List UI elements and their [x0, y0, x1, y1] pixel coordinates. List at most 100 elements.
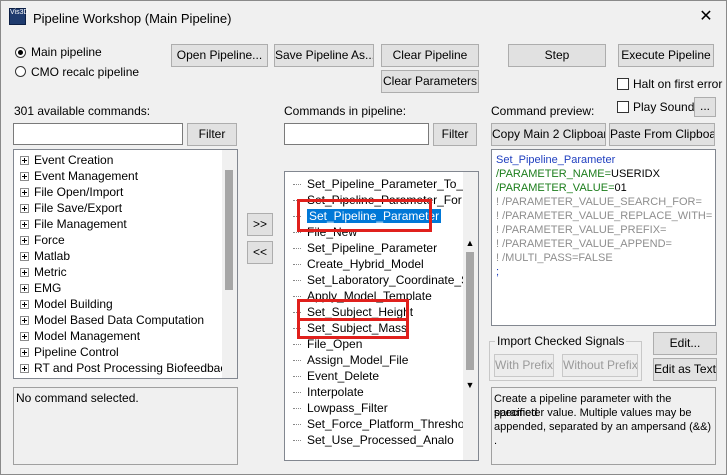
tree-category[interactable]: File Save/Export	[20, 200, 122, 216]
clear-parameters-button[interactable]: Clear Parameters	[381, 70, 479, 93]
expand-plus-icon[interactable]	[20, 332, 29, 342]
available-commands-tree[interactable]: Event Creation Event Management File Open/…	[13, 149, 238, 379]
expand-plus-icon[interactable]	[20, 252, 29, 262]
tree-category-label: Metric	[34, 265, 67, 279]
tree-category-label: Model Based Data Computation	[34, 313, 205, 327]
open-pipeline-button[interactable]: Open Pipeline...	[171, 44, 268, 67]
command-preview-text[interactable]: Set_Pipeline_Parameter/PARAMETER_NAME=US…	[491, 149, 716, 326]
tree-category[interactable]: Model Management	[20, 328, 140, 344]
preview-line-text: /PARAMETER_NAME=	[496, 168, 612, 180]
scroll-down-icon[interactable]: ▼	[463, 378, 477, 392]
pipeline-command-label: Create_Hybrid_Model	[307, 257, 424, 271]
expand-plus-icon[interactable]	[20, 188, 29, 198]
expand-plus-icon[interactable]	[20, 364, 29, 374]
execute-pipeline-button[interactable]: Execute Pipeline	[618, 44, 714, 67]
tree-category[interactable]: Report Generation	[20, 376, 133, 378]
tree-category[interactable]: Model Building	[20, 296, 113, 312]
expand-plus-icon[interactable]	[20, 204, 29, 214]
halt-on-error-label: Halt on first error	[633, 77, 723, 91]
tree-category[interactable]: Event Management	[20, 168, 138, 184]
pipeline-command-item[interactable]: Set_Pipeline_Parameter_To_	[293, 176, 464, 192]
pipeline-command-item[interactable]: Set_Use_Processed_Analo	[293, 432, 454, 448]
pipeline-command-item[interactable]: Assign_Model_File	[293, 352, 408, 368]
pipeline-filter-input[interactable]	[284, 123, 429, 145]
expand-plus-icon[interactable]	[20, 348, 29, 358]
expand-plus-icon[interactable]	[20, 172, 29, 182]
tree-category[interactable]: Metric	[20, 264, 67, 280]
pipeline-command-label: Set_Force_Platform_Thresho	[307, 417, 465, 431]
tree-category-label: Event Management	[34, 169, 139, 183]
pipeline-command-item[interactable]: Set_Laboratory_Coordinate_S	[293, 272, 469, 288]
title-bar[interactable]: Vis3D Pipeline Workshop (Main Pipeline) …	[1, 1, 726, 37]
pipeline-command-label: Set_Pipeline_Parameter	[307, 241, 438, 255]
tree-category-label: File Open/Import	[34, 185, 124, 199]
preview-line-text: ! /PARAMETER_VALUE_PREFIX=	[496, 224, 667, 236]
available-filter-button[interactable]: Filter	[187, 123, 237, 146]
pipeline-command-item[interactable]: Lowpass_Filter	[293, 400, 388, 416]
preview-line-text: ! /PARAMETER_VALUE_SEARCH_FOR=	[496, 196, 702, 208]
tree-category[interactable]: Event Creation	[20, 152, 113, 168]
expand-plus-icon[interactable]	[20, 236, 29, 246]
available-tree-scrollbar[interactable]	[222, 150, 237, 378]
expand-plus-icon[interactable]	[20, 220, 29, 230]
pipeline-filter-button[interactable]: Filter	[433, 123, 477, 146]
add-command-button[interactable]: >>	[247, 213, 273, 236]
edit-as-text-button[interactable]: Edit as Text	[653, 358, 717, 381]
tree-category[interactable]: EMG	[20, 280, 61, 296]
tree-category[interactable]: Model Based Data Computation	[20, 312, 204, 328]
preview-line-value: USERIDX	[611, 168, 660, 180]
tree-category[interactable]: Matlab	[20, 248, 70, 264]
pipeline-command-item[interactable]: Set_Force_Platform_Thresho	[293, 416, 465, 432]
without-prefix-button[interactable]: Without Prefix	[562, 354, 638, 377]
expand-plus-icon[interactable]	[20, 300, 29, 310]
tree-category-label: Force	[34, 233, 65, 247]
close-icon[interactable]: ✕	[694, 7, 718, 27]
expand-plus-icon[interactable]	[20, 284, 29, 294]
copy-main-to-clipboard-button[interactable]: Copy Main 2 Clipboard	[491, 123, 606, 146]
pipeline-command-item[interactable]: Create_Hybrid_Model	[293, 256, 424, 272]
tree-connector	[293, 360, 301, 362]
available-tree-scroll-thumb[interactable]	[225, 170, 233, 290]
remove-command-button[interactable]: <<	[247, 241, 273, 264]
pipeline-workshop-window: Vis3D Pipeline Workshop (Main Pipeline) …	[0, 0, 727, 475]
available-filter-input[interactable]	[13, 123, 183, 145]
expand-plus-icon[interactable]	[20, 268, 29, 278]
tree-connector	[293, 376, 301, 378]
pipeline-command-label: Set_Pipeline_Parameter_To_	[307, 177, 464, 191]
sound-browse-button[interactable]: ...	[694, 97, 716, 117]
preview-line: /PARAMETER_VALUE=01	[496, 181, 627, 195]
tree-category[interactable]: Pipeline Control	[20, 344, 119, 360]
tree-connector	[293, 408, 301, 410]
preview-line: ! /PARAMETER_VALUE_SEARCH_FOR=	[496, 195, 702, 209]
with-prefix-button[interactable]: With Prefix	[494, 354, 554, 377]
pipeline-command-item[interactable]: Interpolate	[293, 384, 364, 400]
pipeline-list-scroll-thumb[interactable]	[466, 252, 474, 370]
cmo-recalc-radio[interactable]	[15, 66, 26, 77]
preview-line-text: Set_Pipeline_Parameter	[496, 154, 616, 166]
tree-category[interactable]: File Open/Import	[20, 184, 123, 200]
pipeline-list-scrollbar[interactable]: ▲ ▼	[463, 172, 478, 460]
save-pipeline-as-button[interactable]: Save Pipeline As...	[274, 44, 374, 67]
scroll-up-icon[interactable]: ▲	[463, 236, 477, 250]
pipeline-commands-label: Commands in pipeline:	[284, 104, 407, 118]
expand-plus-icon[interactable]	[20, 316, 29, 326]
paste-from-clipboard-button[interactable]: Paste From Clipboard	[609, 123, 715, 146]
edit-button[interactable]: Edit...	[653, 332, 717, 355]
clear-pipeline-button[interactable]: Clear Pipeline	[381, 44, 479, 67]
step-button[interactable]: Step	[508, 44, 606, 67]
tree-category[interactable]: RT and Post Processing Biofeedback	[20, 360, 232, 376]
tree-category[interactable]: File Management	[20, 216, 127, 232]
expand-plus-icon[interactable]	[20, 156, 29, 166]
main-pipeline-radio[interactable]	[15, 47, 26, 58]
tree-category-label: Model Management	[34, 329, 141, 343]
pipeline-command-item[interactable]: Set_Pipeline_Parameter	[293, 240, 438, 256]
tree-connector	[293, 440, 301, 442]
pipeline-command-item[interactable]: Event_Delete	[293, 368, 379, 384]
main-pipeline-label: Main pipeline	[31, 45, 102, 59]
play-sound-checkbox[interactable]	[617, 101, 629, 113]
halt-on-error-checkbox[interactable]	[617, 78, 629, 90]
tree-connector	[293, 184, 301, 186]
tree-connector	[293, 296, 301, 298]
tree-category[interactable]: Force	[20, 232, 65, 248]
preview-line-text: ! /MULTI_PASS=FALSE	[496, 252, 613, 264]
